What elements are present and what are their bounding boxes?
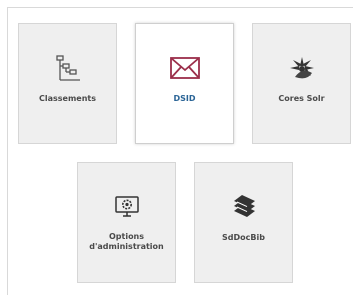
tile-cores-solr[interactable]: Cores Solr [252,23,351,144]
tile-label: Classements [38,94,96,103]
tile-label: SdDocBib [222,233,265,242]
tile-options-administration[interactable]: Options d'administration [77,162,176,283]
admin-tiles-panel: Classements DSID Cores Solr Options d'ad… [7,7,353,295]
monitor-gear-icon [78,192,175,222]
tile-sddocbib[interactable]: SdDocBib [194,162,293,283]
hierarchy-tree-icon [19,53,116,83]
tile-classements[interactable]: Classements [18,23,117,144]
solr-sun-icon [253,53,350,83]
book-stack-icon [195,192,292,222]
envelope-icon [136,53,233,83]
tile-dsid[interactable]: DSID [135,23,234,144]
tile-label: Options d'administration [89,232,164,251]
tile-label: DSID [173,94,196,103]
tile-label: Cores Solr [278,94,325,103]
